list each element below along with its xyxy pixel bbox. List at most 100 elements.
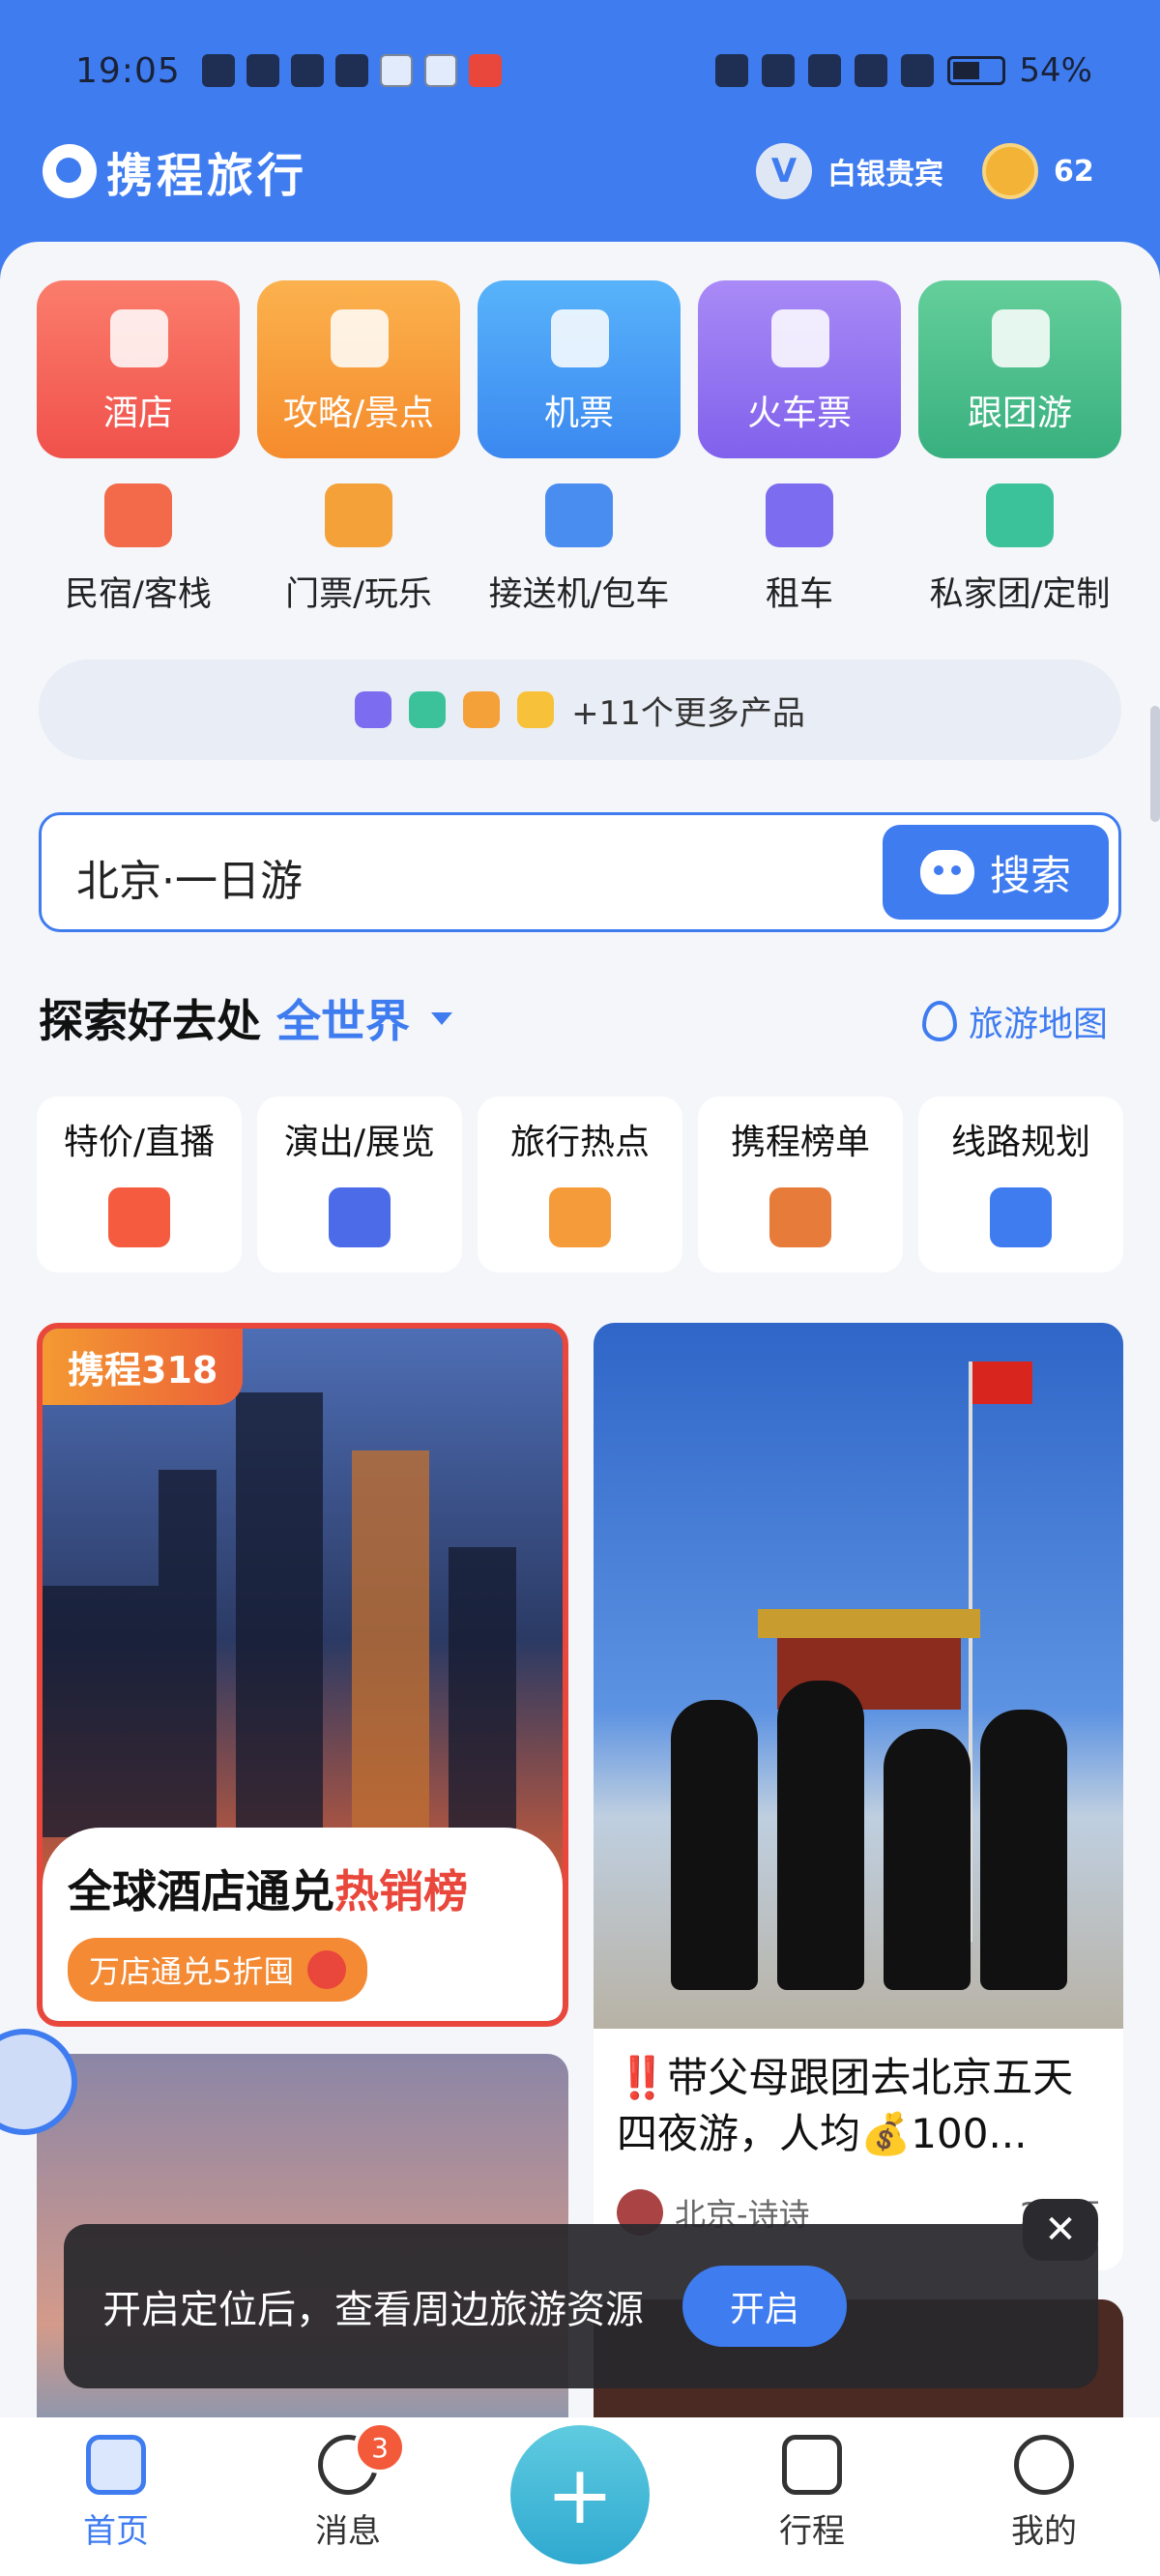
service-tour[interactable]: 跟团游 — [918, 280, 1121, 458]
flag-shape — [972, 1361, 1032, 1404]
signal-icon — [855, 54, 888, 87]
service-guide[interactable]: 攻略/景点 — [257, 280, 460, 458]
plus-icon[interactable]: + — [510, 2425, 650, 2564]
travel-map-label: 旅游地图 — [968, 1005, 1108, 1044]
book-icon — [331, 309, 389, 367]
palm-tree-icon — [992, 309, 1050, 367]
service-hotel[interactable]: 酒店 — [37, 280, 240, 458]
tab-messages[interactable]: 3 消息 — [232, 2417, 464, 2552]
close-icon[interactable]: ✕ — [1023, 2199, 1098, 2261]
ticket-icon — [325, 483, 392, 547]
bus-icon — [355, 691, 392, 728]
promo-tag: 携程318 — [43, 1329, 244, 1405]
map-fold-icon — [549, 1187, 611, 1247]
vip-level[interactable]: 白银贵宾 — [827, 150, 943, 192]
toast-message: 开启定位后，查看周边旅游资源 — [102, 2288, 644, 2332]
trip-photo — [594, 1323, 1123, 2029]
service-homestay[interactable]: 民宿/客栈 — [37, 483, 240, 616]
topic-deals[interactable]: 特价/直播 — [37, 1097, 242, 1273]
search-box[interactable]: 北京·一日游 搜索 — [39, 812, 1121, 932]
route-arrows-icon — [990, 1187, 1052, 1247]
dolphin-medal-icon — [769, 1187, 831, 1247]
calendar-icon — [782, 2435, 842, 2495]
main-service-cards: 酒店 攻略/景点 机票 火车票 跟团游 — [37, 280, 1121, 458]
bag-icon — [463, 691, 501, 728]
app-logo: 携程旅行 — [43, 137, 307, 205]
explore-scope-dropdown[interactable]: 全世界 — [276, 986, 410, 1050]
ship-icon — [409, 691, 447, 728]
music-note-icon — [329, 1187, 391, 1247]
tab-home[interactable]: 首页 — [0, 2417, 232, 2552]
user-icon — [1014, 2435, 1074, 2495]
status-notification-icons — [201, 54, 502, 87]
topic-route-planning[interactable]: 线路规划 — [918, 1097, 1123, 1273]
service-flight[interactable]: 机票 — [478, 280, 681, 458]
points-count[interactable]: 62 — [1054, 155, 1094, 189]
cast-icon — [201, 54, 235, 87]
diamond-icon — [986, 483, 1054, 547]
points-coin-icon — [982, 143, 1038, 199]
assistant-bot-icon — [919, 850, 974, 894]
membership-area[interactable]: V 白银贵宾 62 — [756, 143, 1094, 199]
topic-hotspots[interactable]: 旅行热点 — [478, 1097, 682, 1273]
building-shape — [352, 1450, 429, 1837]
message-badge: 3 — [354, 2421, 406, 2474]
scrollbar[interactable] — [1150, 706, 1160, 822]
weibo-icon — [468, 54, 502, 87]
person-shape — [671, 1700, 758, 1990]
money-bag-icon — [517, 691, 555, 728]
travel-map-link[interactable]: 旅游地图 — [921, 996, 1108, 1046]
battery-percent: 54% — [1019, 51, 1092, 90]
feed-card-beijing-trip[interactable]: ‼️带父母跟团去北京五天四夜游，人均💰100... 北京-诗诗 2.1万 — [594, 1323, 1123, 2270]
building-shape — [449, 1547, 516, 1837]
search-button[interactable]: 搜索 — [883, 825, 1109, 920]
app-notify-icon — [379, 54, 413, 87]
app-notify-icon — [334, 54, 368, 87]
person-shape — [884, 1729, 971, 1990]
tab-trips[interactable]: 行程 — [696, 2417, 928, 2552]
enable-location-button[interactable]: 开启 — [682, 2266, 847, 2347]
service-train[interactable]: 火车票 — [698, 280, 901, 458]
trip-title: ‼️带父母跟团去北京五天四夜游，人均💰100... — [617, 2054, 1074, 2157]
car-icon — [766, 483, 833, 547]
feed-card-hotel-promo[interactable]: 携程318 全球酒店通兑热销榜 万店通兑5折囤 — [37, 1323, 568, 2027]
battery-icon — [947, 56, 1006, 85]
dolphin-logo-icon — [43, 144, 97, 198]
train-icon — [771, 309, 829, 367]
service-car-rental[interactable]: 租车 — [698, 483, 901, 616]
airplane-icon — [551, 309, 609, 367]
arrow-right-icon — [307, 1950, 347, 1989]
sub-service-row: 民宿/客栈 门票/玩乐 接送机/包车 租车 私家团/定制 — [37, 483, 1121, 616]
brand-name: 携程旅行 — [106, 149, 308, 203]
car-plane-icon — [545, 483, 613, 547]
house-icon — [104, 483, 172, 547]
eye-icon — [246, 54, 279, 87]
mute-icon — [808, 54, 842, 87]
service-private-tour[interactable]: 私家团/定制 — [918, 483, 1121, 616]
promo-title: 全球酒店通兑热销榜 — [68, 1865, 468, 1917]
tab-mine[interactable]: 我的 — [928, 2417, 1160, 2552]
home-icon — [86, 2435, 146, 2495]
service-tickets[interactable]: 门票/玩乐 — [257, 483, 460, 616]
app-notify-icon — [423, 54, 457, 87]
search-input[interactable]: 北京·一日游 — [76, 846, 303, 908]
topic-shows[interactable]: 演出/展览 — [257, 1097, 462, 1273]
headphones-icon — [762, 54, 796, 87]
topic-rankings[interactable]: 携程榜单 — [698, 1097, 903, 1273]
vip-badge-icon: V — [756, 143, 812, 199]
signal-icon — [901, 54, 935, 87]
promo-caption: 全球酒店通兑热销榜 万店通兑5折囤 — [43, 1828, 563, 2021]
more-products-button[interactable]: +11个更多产品 — [39, 659, 1121, 760]
person-shape — [980, 1710, 1067, 1990]
hotel-icon — [110, 309, 168, 367]
search-button-label: 搜索 — [989, 851, 1071, 899]
promo-pill-button[interactable]: 万店通兑5折囤 — [68, 1938, 368, 2002]
person-shape — [777, 1681, 864, 1990]
location-pin-icon — [921, 1001, 957, 1041]
more-products-label: +11个更多产品 — [571, 693, 805, 733]
chevron-down-icon[interactable] — [431, 1011, 452, 1025]
service-transfer[interactable]: 接送机/包车 — [478, 483, 681, 616]
status-right: 54% — [715, 51, 1092, 90]
location-toast: 开启定位后，查看周边旅游资源 开启 ✕ — [64, 2199, 1098, 2388]
status-bar: 19:05 54% — [75, 46, 1092, 95]
